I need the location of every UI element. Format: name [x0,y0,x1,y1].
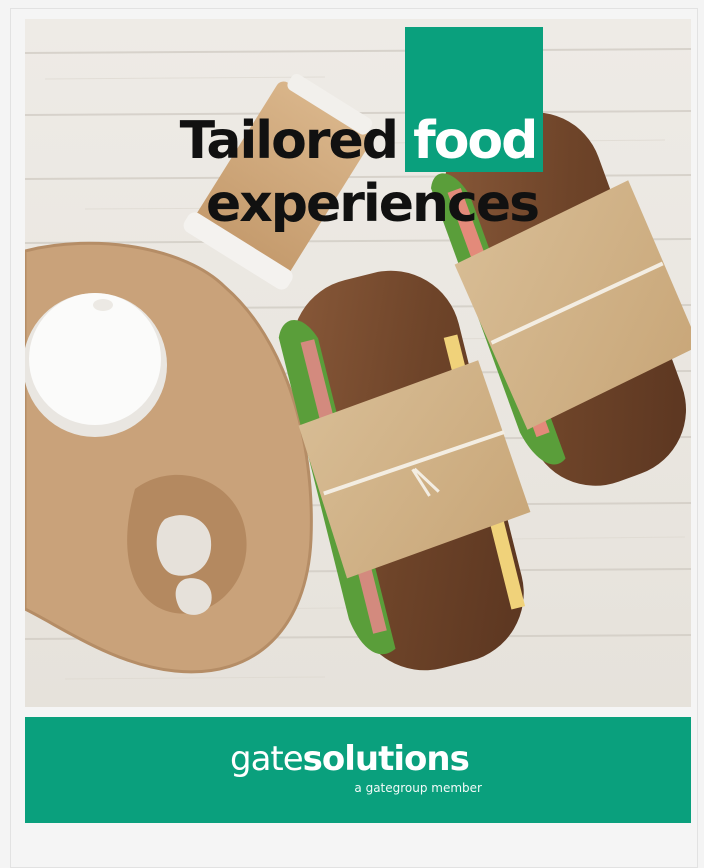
logo-word-light: gate [230,739,304,779]
hero-image: Tailored food experiences [25,19,691,707]
logo-word-bold: solutions [302,739,470,779]
logo-tagline: a gategroup member [354,781,482,795]
brand-footer: gatesolutions a gategroup member [25,717,691,823]
food-photo-illustration [25,19,691,707]
page-frame: Tailored food experiences gatesolutions … [10,8,698,868]
gatesolutions-logo: gatesolutions a gategroup member [230,739,486,799]
logo-wordmark: gatesolutions [230,739,470,779]
promo-card: Tailored food experiences gatesolutions … [25,19,691,823]
